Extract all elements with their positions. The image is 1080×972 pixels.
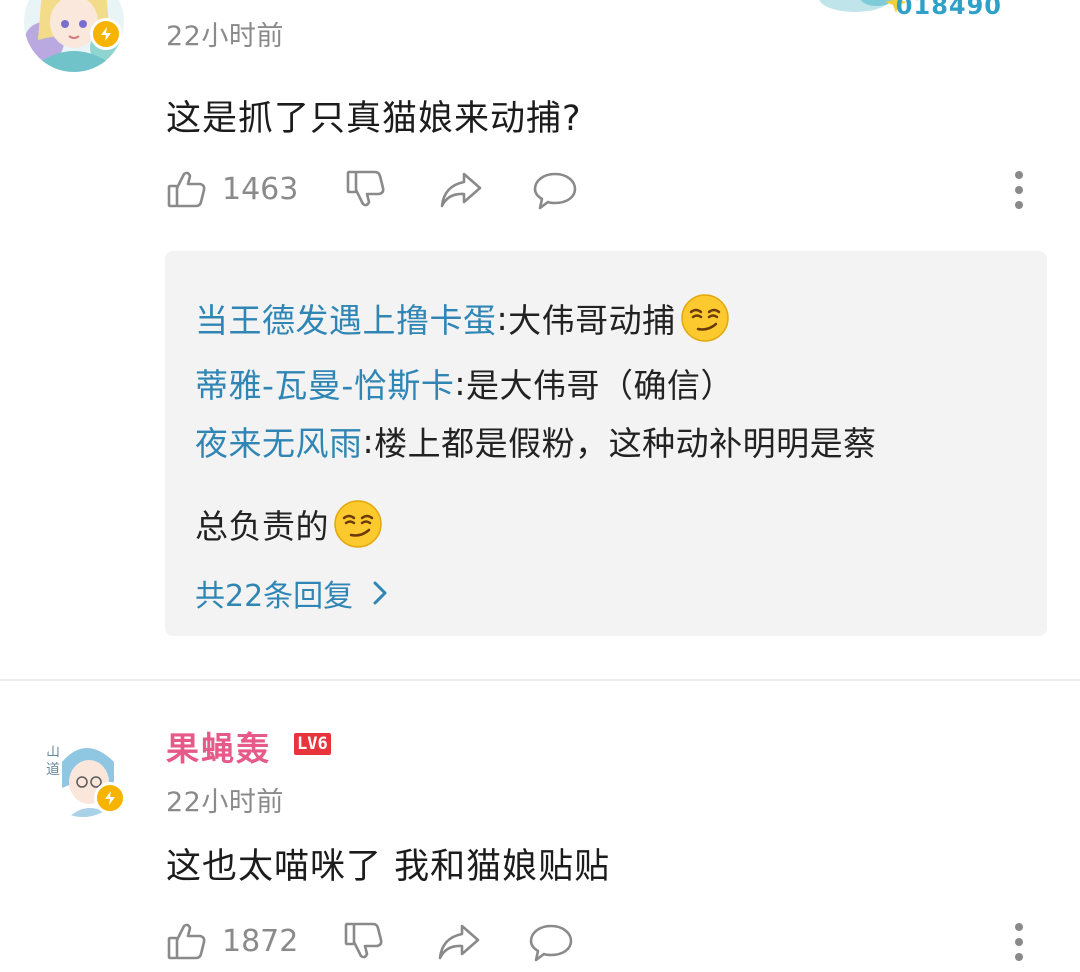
like-icon <box>167 171 206 208</box>
more-icon <box>1015 171 1023 209</box>
reply-separator: : <box>362 421 375 461</box>
reply-text: 是大伟哥（确信） <box>465 366 734 405</box>
share-icon <box>438 924 480 960</box>
reply-text: 大伟哥动捕 <box>508 301 676 340</box>
comment-list: 018490 22小时前 这是抓了只真猫娘来动捕? 1463 当王德发遇上撸卡蛋… <box>0 0 1080 972</box>
avatar[interactable] <box>22 0 127 75</box>
svg-text:道: 道 <box>46 762 60 778</box>
level-badge: LV6 <box>294 733 331 755</box>
comment-icon <box>529 924 573 962</box>
reply-author[interactable]: 蒂雅-瓦曼-恰斯卡 <box>195 359 454 407</box>
more-options-button[interactable] <box>1010 170 1028 210</box>
like-icon <box>167 923 206 960</box>
like-count: 1463 <box>222 171 299 207</box>
comment-icon <box>533 172 577 210</box>
dislike-icon <box>346 170 385 207</box>
divider <box>0 679 1080 681</box>
more-replies-label: 共22条回复 <box>195 579 354 614</box>
share-button[interactable] <box>436 922 482 962</box>
reply-item[interactable]: 夜来无风雨: 楼上都是假粉，这种动补明明是蔡 <box>195 417 877 465</box>
reply-author[interactable]: 夜来无风雨 <box>195 417 363 465</box>
view-all-replies-link[interactable]: 共22条回复 <box>195 571 395 615</box>
reply-text-continuation: 总负责的 <box>195 507 329 546</box>
svg-text:山: 山 <box>46 744 60 760</box>
comment-time: 22小时前 <box>166 787 284 818</box>
dislike-button[interactable] <box>343 920 385 962</box>
top-right-number: 018490 <box>895 0 1002 20</box>
more-icon <box>1015 923 1023 961</box>
vip-badge-icon <box>90 18 122 50</box>
username[interactable]: 果蝇轰 <box>166 722 271 770</box>
like-button[interactable]: 1872 <box>166 920 298 962</box>
smirk-emoji <box>334 500 382 548</box>
reply-text: 楼上都是假粉，这种动补明明是蔡 <box>374 424 877 463</box>
reply-separator: : <box>496 298 509 338</box>
share-icon <box>440 172 482 208</box>
smirk-emoji <box>680 294 729 342</box>
share-button[interactable] <box>438 170 484 210</box>
reply-button[interactable] <box>532 170 578 212</box>
dislike-button[interactable] <box>345 168 387 210</box>
like-button[interactable]: 1463 <box>166 168 298 210</box>
comment-text: 这是抓了只真猫娘来动捕? <box>166 99 582 139</box>
like-count: 1872 <box>222 923 299 959</box>
chevron-right-icon <box>373 581 387 605</box>
more-options-button[interactable] <box>1010 922 1028 962</box>
reply-button[interactable] <box>528 922 574 964</box>
comment-time: 22小时前 <box>166 21 284 52</box>
reply-item[interactable]: 当王德发遇上撸卡蛋: 大伟哥动捕 <box>195 293 730 343</box>
avatar[interactable]: 山 道 <box>40 732 126 818</box>
comment-text: 这也太喵咪了 我和猫娘贴贴 <box>166 847 611 887</box>
reply-item[interactable]: 蒂雅-瓦曼-恰斯卡: 是大伟哥（确信） <box>195 359 734 407</box>
vip-badge-icon <box>94 782 126 814</box>
reply-separator: : <box>454 363 466 403</box>
reply-preview-box[interactable]: 当王德发遇上撸卡蛋: 大伟哥动捕 蒂雅-瓦曼-恰斯卡: 是大伟哥（确信） 夜来无… <box>165 251 1047 636</box>
reply-item-continuation: 总负责的 <box>195 499 383 549</box>
dislike-icon <box>344 922 383 959</box>
reply-author[interactable]: 当王德发遇上撸卡蛋 <box>195 294 497 342</box>
